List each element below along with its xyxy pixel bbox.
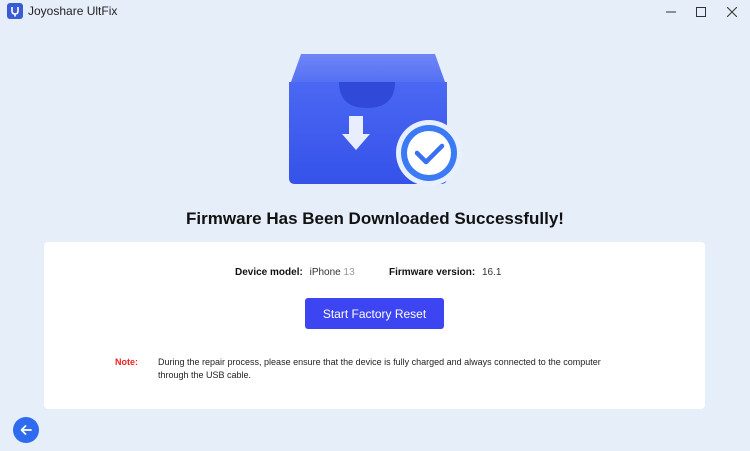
repair-note: Note: During the repair process, please …	[115, 356, 608, 382]
info-card: Device model: iPhone 13 Firmware version…	[44, 242, 705, 409]
device-model-value: iPhone 13	[310, 267, 355, 278]
maximize-button[interactable]	[686, 0, 716, 24]
close-icon	[727, 7, 737, 17]
device-model-name: iPhone	[309, 267, 341, 278]
app-logo-icon	[7, 3, 23, 19]
device-model-label: Device model:	[235, 267, 303, 278]
note-label: Note:	[115, 357, 138, 367]
maximize-icon	[696, 7, 706, 17]
note-text: During the repair process, please ensure…	[158, 357, 601, 380]
firmware-version-value: 16.1	[481, 267, 502, 278]
arrow-left-icon	[20, 425, 32, 435]
minimize-icon	[666, 11, 676, 13]
check-circle-icon	[396, 120, 462, 186]
start-factory-reset-button[interactable]: Start Factory Reset	[305, 298, 444, 329]
minimize-button[interactable]	[656, 0, 686, 24]
device-model-info: Device model: iPhone 13	[235, 267, 355, 278]
firmware-box-download-icon	[287, 46, 467, 192]
firmware-version-label: Firmware version:	[389, 267, 476, 278]
close-button[interactable]	[717, 0, 747, 24]
back-button[interactable]	[13, 417, 39, 443]
title-bar: Joyoshare UltFix	[0, 0, 750, 24]
app-title: Joyoshare UltFix	[28, 4, 118, 18]
firmware-version-info: Firmware version: 16.1	[389, 267, 501, 278]
device-model-number: 13	[343, 267, 355, 278]
page-title: Firmware Has Been Downloaded Successfull…	[186, 209, 564, 228]
